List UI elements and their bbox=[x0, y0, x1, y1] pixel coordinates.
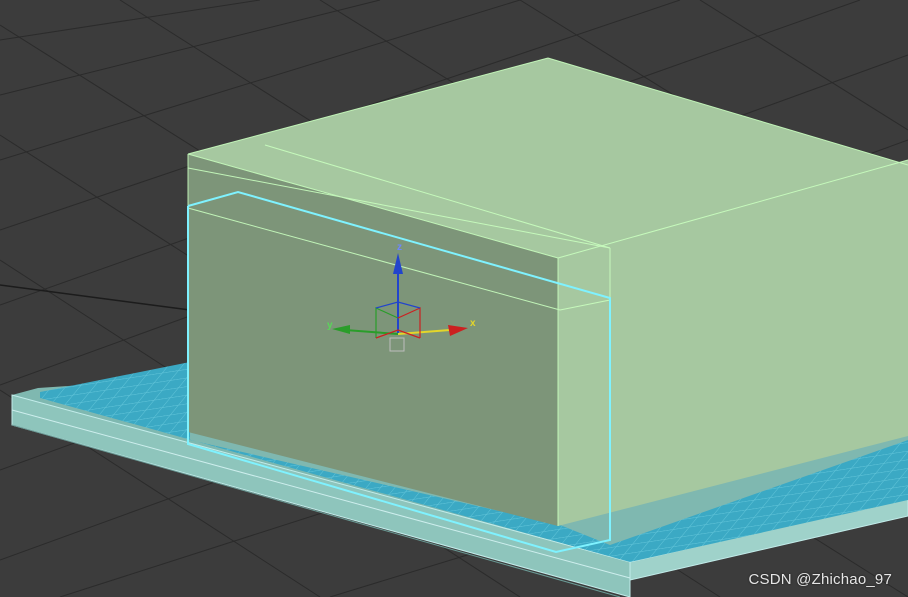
box-object[interactable] bbox=[187, 57, 908, 526]
watermark: CSDN @Zhichao_97 bbox=[748, 571, 892, 588]
scene-canvas[interactable]: z y x bbox=[0, 0, 908, 597]
gizmo-y-label: y bbox=[327, 320, 333, 331]
gizmo-z-label: z bbox=[397, 242, 402, 253]
viewport-3d[interactable]: z y x CSDN @Zhichao_97 bbox=[0, 0, 908, 597]
gizmo-x-label: x bbox=[470, 318, 476, 329]
